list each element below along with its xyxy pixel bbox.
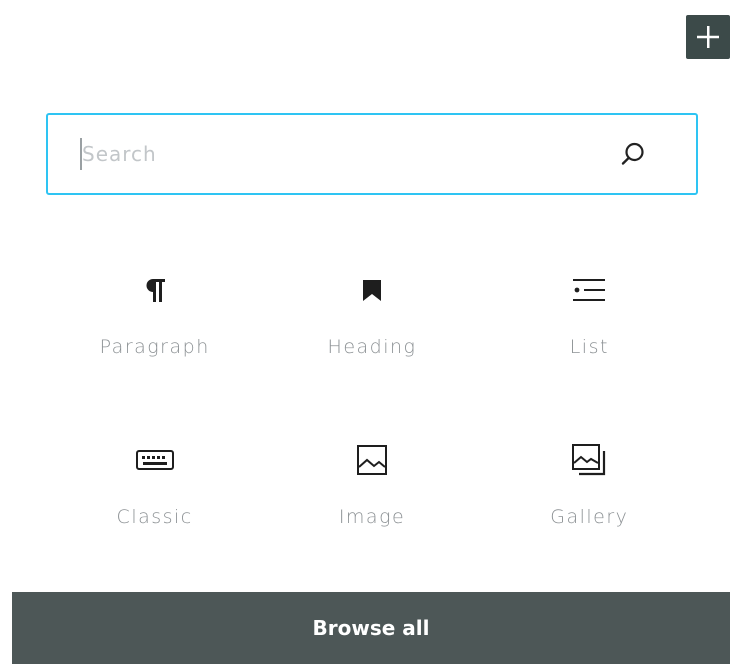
block-label: Image (338, 506, 406, 528)
block-label: Gallery (550, 506, 629, 528)
add-block-button[interactable] (686, 15, 730, 59)
image-icon (352, 440, 392, 480)
block-label: Classic (116, 506, 193, 528)
block-list[interactable]: List (481, 262, 698, 396)
search-box (46, 113, 698, 195)
bookmark-icon (352, 270, 392, 310)
browse-all-button[interactable]: Browse all (12, 592, 730, 664)
plus-icon (697, 26, 719, 48)
block-label: List (569, 336, 609, 358)
block-classic[interactable]: Classic (46, 432, 263, 566)
gallery-icon (569, 440, 609, 480)
list-icon (569, 270, 609, 310)
block-label: Paragraph (99, 336, 210, 358)
block-heading[interactable]: Heading (263, 262, 480, 396)
block-image[interactable]: Image (263, 432, 480, 566)
keyboard-icon (135, 440, 175, 480)
search-input[interactable] (80, 138, 618, 170)
block-label: Heading (327, 336, 417, 358)
block-paragraph[interactable]: Paragraph (46, 262, 263, 396)
paragraph-icon (135, 270, 175, 310)
block-gallery[interactable]: Gallery (481, 432, 698, 566)
block-grid: Paragraph Heading List Classic Image Gal… (46, 262, 698, 566)
search-icon[interactable] (618, 139, 648, 169)
block-inserter: Paragraph Heading List (0, 0, 730, 664)
